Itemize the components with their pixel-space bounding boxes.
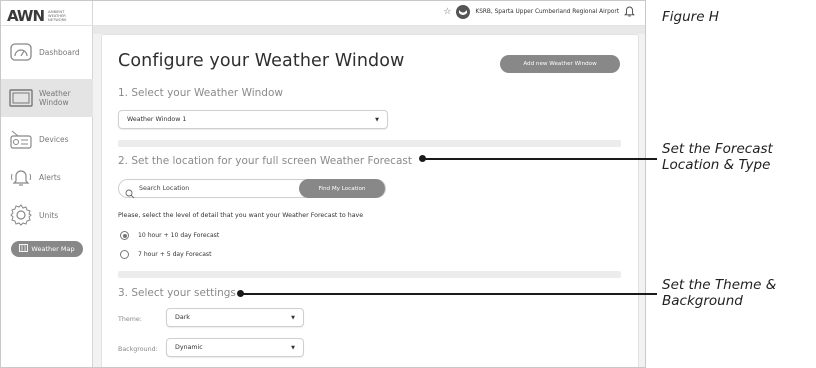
background-select-value: Dynamic: [175, 344, 203, 351]
top-strip: [93, 26, 645, 34]
map-icon: [19, 244, 29, 254]
detail-level-prompt: Please, select the level of detail that …: [118, 212, 364, 219]
weather-window-select[interactable]: Weather Window 1 ▼: [118, 110, 388, 129]
radio-button[interactable]: [120, 250, 129, 259]
figure-label: Figure H: [662, 9, 719, 25]
theme-callout-line1: Set the Theme &: [662, 277, 777, 293]
radio-label: 7 hour + 5 day Forecast: [138, 251, 212, 258]
section-1-title: 1. Select your Weather Window: [118, 87, 283, 99]
sidebar-item-label: Weather Window: [39, 89, 71, 107]
caret-down-icon: ▼: [291, 314, 295, 321]
theme-select-value: Dark: [175, 314, 190, 321]
weather-window-select-value: Weather Window 1: [127, 116, 187, 123]
theme-select[interactable]: Dark ▼: [166, 308, 304, 327]
radio-option-10-hour[interactable]: 10 hour + 10 day Forecast: [120, 231, 219, 240]
sidebar-item-weather-window[interactable]: Weather Window: [1, 79, 93, 117]
sidebar-item-devices[interactable]: Devices: [1, 119, 93, 159]
background-label: Background:: [118, 346, 158, 353]
configure-card: Configure your Weather Window Add new We…: [101, 34, 639, 367]
station-info: ☆ KSRB, Sparta Upper Cumberland Regional…: [443, 5, 635, 19]
caret-down-icon: ▼: [375, 116, 379, 123]
sidebar-item-label: Alerts: [39, 172, 61, 182]
section-divider: [118, 271, 621, 278]
noaa-badge-icon: [456, 5, 471, 19]
top-bar: ☆ KSRB, Sparta Upper Cumberland Regional…: [93, 1, 645, 26]
sidebar-item-dashboard[interactable]: Dashboard: [1, 32, 93, 72]
weather-map-label: Weather Map: [31, 245, 75, 253]
section-2-title: 2. Set the location for your full screen…: [118, 155, 412, 167]
weather-map-button[interactable]: Weather Map: [11, 241, 83, 257]
theme-callout: Set the Theme & Background: [662, 277, 776, 309]
logo-mark: AWN: [7, 7, 45, 25]
add-weather-window-button[interactable]: Add new Weather Window: [500, 55, 620, 73]
background-select[interactable]: Dynamic ▼: [166, 338, 304, 357]
radio-selected-dot: [122, 233, 127, 238]
location-search: Search Location Find My Location: [118, 179, 386, 199]
bell-icon[interactable]: [624, 5, 635, 19]
forecast-callout-line2: Location & Type: [662, 157, 771, 173]
sidebar: AWN Ambient Weather Network Dashboard We…: [1, 1, 93, 367]
radio-label: 10 hour + 10 day Forecast: [138, 232, 220, 239]
star-icon[interactable]: ☆: [443, 7, 451, 17]
search-icon: [125, 184, 135, 203]
station-name[interactable]: KSRB, Sparta Upper Cumberland Regional A…: [475, 9, 619, 15]
sidebar-divider: [1, 25, 93, 26]
theme-callout-line2: Background: [662, 293, 743, 309]
app-window: AWN Ambient Weather Network Dashboard We…: [0, 0, 646, 368]
monitor-icon: [9, 86, 33, 110]
bell-alert-icon: [9, 165, 33, 189]
search-input[interactable]: Search Location: [139, 185, 189, 192]
logo-subtitle: Ambient Weather Network: [48, 9, 67, 23]
sidebar-item-alerts[interactable]: Alerts: [1, 157, 93, 197]
section-3-title: 3. Select your settings: [118, 287, 236, 299]
caret-down-icon: ▼: [291, 344, 295, 351]
callout-line: [423, 158, 657, 160]
callout-line: [241, 293, 657, 295]
section-divider: [118, 140, 621, 147]
forecast-callout: Set the Forecast Location & Type: [662, 141, 773, 173]
logo[interactable]: AWN Ambient Weather Network: [7, 7, 76, 25]
sidebar-item-label: Devices: [39, 134, 69, 144]
sidebar-item-label: Dashboard: [39, 47, 80, 57]
theme-label: Theme:: [118, 316, 142, 323]
weather-station-icon: [9, 127, 33, 151]
radio-option-7-hour[interactable]: 7 hour + 5 day Forecast: [120, 250, 212, 259]
radio-button[interactable]: [120, 231, 129, 240]
gear-icon: [9, 203, 33, 227]
page-title: Configure your Weather Window: [118, 51, 405, 71]
forecast-callout-line1: Set the Forecast: [662, 141, 773, 157]
find-my-location-button[interactable]: Find My Location: [299, 179, 385, 198]
sidebar-item-units[interactable]: Units: [1, 195, 93, 235]
sidebar-item-label: Units: [39, 210, 59, 220]
gauge-icon: [9, 40, 33, 64]
